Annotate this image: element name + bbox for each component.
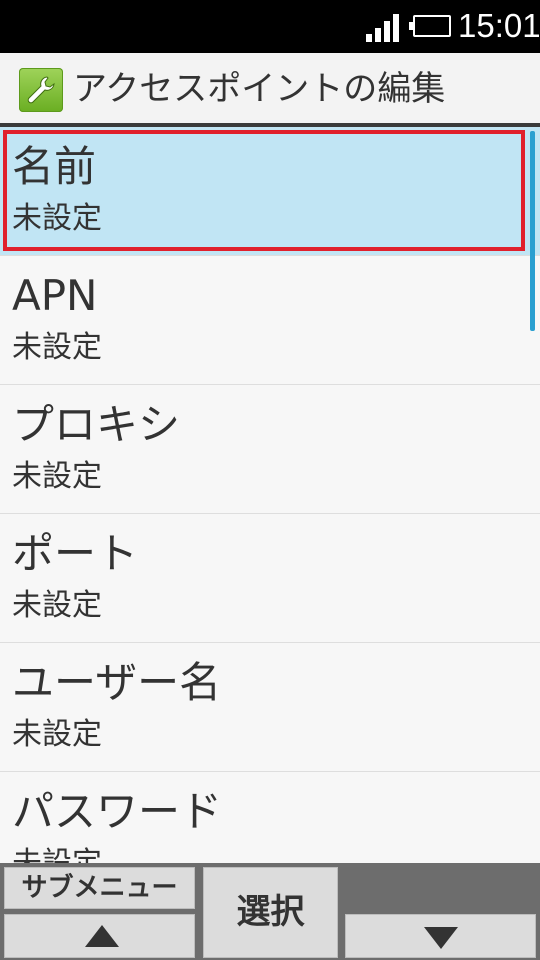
app-header: アクセスポイントの編集 bbox=[0, 53, 540, 123]
softkey-bar: サブメニュー 選択 bbox=[0, 863, 540, 960]
signal-bars-icon bbox=[366, 12, 402, 42]
list-item-name[interactable]: 名前 未設定 bbox=[0, 127, 540, 256]
list-item-title: ポート bbox=[12, 529, 139, 578]
up-arrow-icon bbox=[85, 925, 119, 947]
list-item-title: プロキシ bbox=[12, 400, 181, 449]
list-item-value: 未設定 bbox=[12, 330, 102, 365]
scroll-up-button[interactable] bbox=[4, 914, 195, 958]
list-item-value: 未設定 bbox=[12, 844, 102, 863]
list-item-title: APN bbox=[12, 271, 98, 320]
list-item-value: 未設定 bbox=[12, 717, 102, 752]
select-button[interactable]: 選択 bbox=[203, 867, 338, 958]
list-item-value: 未設定 bbox=[12, 588, 102, 623]
wrench-icon bbox=[19, 68, 63, 112]
list-item-port[interactable]: ポート 未設定 bbox=[0, 514, 540, 643]
down-arrow-icon bbox=[424, 927, 458, 949]
status-bar: 15:01 bbox=[0, 0, 540, 53]
scroll-down-button[interactable] bbox=[345, 914, 536, 958]
list-item-username[interactable]: ユーザー名 未設定 bbox=[0, 643, 540, 772]
scrollbar[interactable] bbox=[530, 131, 535, 331]
list-item-title: ユーザー名 bbox=[12, 658, 222, 707]
status-time: 15:01 bbox=[458, 7, 540, 44]
settings-list[interactable]: 名前 未設定 APN 未設定 プロキシ 未設定 ポート 未設定 ユーザー名 未設… bbox=[0, 127, 540, 863]
list-item-value: 未設定 bbox=[12, 459, 102, 494]
battery-icon bbox=[409, 15, 451, 37]
screen: 15:01 アクセスポイントの編集 名前 未設定 APN 未設定 プロキシ 未設… bbox=[0, 0, 540, 960]
list-item-title: パスワード bbox=[12, 787, 223, 836]
list-item-password[interactable]: パスワード 未設定 bbox=[0, 772, 540, 863]
page-title: アクセスポイントの編集 bbox=[73, 69, 446, 109]
list-item-apn[interactable]: APN 未設定 bbox=[0, 256, 540, 385]
list-item-proxy[interactable]: プロキシ 未設定 bbox=[0, 385, 540, 514]
focus-highlight bbox=[3, 130, 525, 251]
submenu-button[interactable]: サブメニュー bbox=[4, 867, 195, 909]
